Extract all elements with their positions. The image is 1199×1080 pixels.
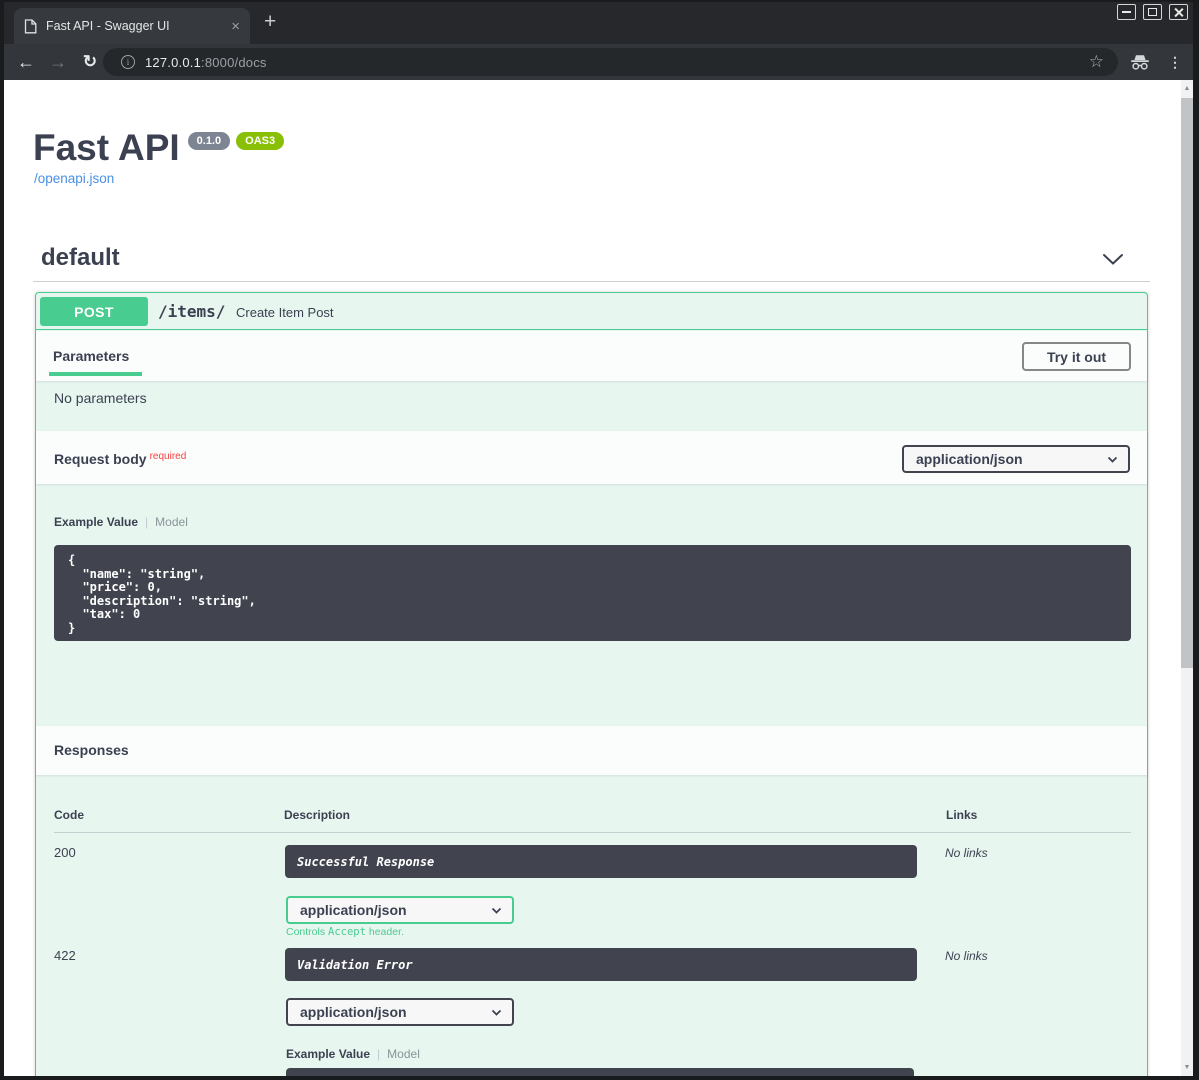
required-label: required (150, 451, 187, 462)
openapi-spec-link[interactable]: /openapi.json (34, 171, 114, 186)
tab-separator: | (145, 515, 148, 529)
version-badge: 0.1.0 (188, 132, 230, 150)
code-line: "name": "string", (68, 568, 1117, 582)
address-bar[interactable]: i 127.0.0.1:8000/docs ☆ (103, 48, 1118, 76)
back-button[interactable]: ← (14, 44, 38, 80)
code-line: { (68, 554, 1117, 568)
response-code-200: 200 (54, 845, 76, 860)
table-header-divider (54, 832, 1131, 833)
controls-note-code: Accept (328, 926, 366, 938)
response-links-422: No links (945, 949, 988, 963)
request-body-label: Request bodyrequired (54, 451, 186, 467)
section-divider (33, 281, 1150, 282)
tab-title: Fast API - Swagger UI (46, 19, 225, 33)
oas3-badge: OAS3 (236, 132, 284, 150)
chevron-down-icon[interactable] (1102, 253, 1124, 266)
response-content-type-select-422[interactable]: application/json (286, 998, 514, 1026)
code-line: "description": "string", (68, 595, 1117, 609)
window-border-top (0, 0, 1199, 2)
try-it-out-button[interactable]: Try it out (1022, 342, 1131, 371)
code-line: "price": 0, (68, 581, 1117, 595)
tag-section-header[interactable]: default (41, 244, 120, 272)
page-favicon-icon (24, 19, 37, 34)
column-header-code: Code (54, 808, 84, 822)
no-parameters-text: No parameters (54, 390, 147, 406)
browser-titlebar: Fast API - Swagger UI × + (0, 0, 1199, 44)
column-header-links: Links (946, 808, 977, 822)
browser-menu-icon[interactable]: ⋮ (1168, 54, 1182, 70)
incognito-icon (1129, 54, 1151, 71)
controls-note-suffix: header. (366, 926, 404, 938)
responses-label: Responses (54, 742, 129, 758)
response-content-type-value-422: application/json (300, 1004, 407, 1020)
tab-model[interactable]: Model (155, 515, 188, 529)
window-controls (1117, 4, 1188, 20)
opblock-post-items: POST /items/ Create Item Post Parameters… (35, 292, 1148, 1076)
response-content-type-value-200: application/json (300, 902, 407, 918)
page-scrollbar[interactable]: ▲ ▼ (1181, 80, 1193, 1076)
request-body-header: Request bodyrequired application/json (36, 431, 1147, 484)
tab-close-icon[interactable]: × (231, 19, 240, 34)
url-path: :8000/docs (201, 55, 267, 70)
operation-description: Create Item Post (236, 305, 334, 320)
browser-tab[interactable]: Fast API - Swagger UI × (14, 8, 250, 44)
response-description-422: Validation Error (285, 948, 917, 981)
responses-header: Responses (36, 726, 1147, 775)
browser-toolbar: ← → ↻ i 127.0.0.1:8000/docs ☆ ⋮ (0, 44, 1199, 80)
site-info-icon[interactable]: i (121, 55, 135, 69)
browser-window: Fast API - Swagger UI × + ← → ↻ i 127.0.… (0, 0, 1199, 1080)
window-border-right (1193, 0, 1199, 1080)
controls-accept-note: Controls Accept header. (286, 926, 404, 938)
tab-example-value[interactable]: Example Value (54, 515, 138, 529)
minimize-icon (1122, 11, 1131, 13)
request-example-code: { "name": "string", "price": 0, "descrip… (54, 545, 1131, 641)
code-line: } (68, 622, 1117, 636)
new-tab-button[interactable]: + (264, 10, 276, 34)
body-example-model-tabs: Example Value | Model (54, 515, 188, 529)
parameters-header: Parameters Try it out (36, 331, 1147, 381)
refresh-button[interactable]: ↻ (78, 44, 102, 80)
maximize-icon (1148, 8, 1157, 16)
scrollbar-thumb[interactable] (1181, 98, 1193, 668)
request-content-type-value: application/json (916, 451, 1023, 467)
response-content-type-select-200[interactable]: application/json (286, 896, 514, 924)
column-header-description: Description (284, 808, 350, 822)
select-chevron-icon (1107, 456, 1118, 463)
tab-parameters[interactable]: Parameters (53, 348, 129, 364)
api-title: Fast API (33, 128, 180, 168)
bookmark-star-icon[interactable]: ☆ (1089, 52, 1104, 72)
tab-example-value[interactable]: Example Value (286, 1047, 370, 1061)
url-host: 127.0.0.1 (145, 55, 201, 70)
api-title-row: Fast API 0.1.0 OAS3 (33, 128, 284, 168)
operation-summary[interactable]: POST /items/ Create Item Post (36, 293, 1147, 330)
tab-model[interactable]: Model (387, 1047, 420, 1061)
request-body-label-text: Request body (54, 451, 147, 467)
active-tab-underline (49, 372, 142, 376)
scroll-up-arrow[interactable]: ▲ (1181, 81, 1193, 96)
method-badge: POST (40, 297, 148, 326)
request-content-type-select[interactable]: application/json (902, 445, 1130, 473)
controls-note-prefix: Controls (286, 926, 328, 938)
swagger-page: Fast API 0.1.0 OAS3 /openapi.json defaul… (4, 80, 1181, 1076)
response-code-422: 422 (54, 948, 76, 963)
scroll-down-arrow[interactable]: ▼ (1181, 1060, 1193, 1075)
forward-button[interactable]: → (46, 44, 70, 80)
close-button[interactable] (1169, 4, 1188, 20)
response-example-model-tabs: Example Value | Model (286, 1047, 420, 1061)
close-icon (1174, 8, 1183, 17)
window-border-bottom (0, 1076, 1199, 1080)
maximize-button[interactable] (1143, 4, 1162, 20)
minimize-button[interactable] (1117, 4, 1136, 20)
window-border-left (0, 0, 4, 1080)
url-text: 127.0.0.1:8000/docs (145, 55, 267, 70)
select-chevron-icon (491, 907, 502, 914)
response-description-200: Successful Response (285, 845, 917, 878)
code-line: "tax": 0 (68, 608, 1117, 622)
tab-separator: | (377, 1047, 380, 1061)
operation-path: /items/ (158, 302, 225, 321)
response-links-200: No links (945, 846, 988, 860)
select-chevron-icon (491, 1009, 502, 1016)
